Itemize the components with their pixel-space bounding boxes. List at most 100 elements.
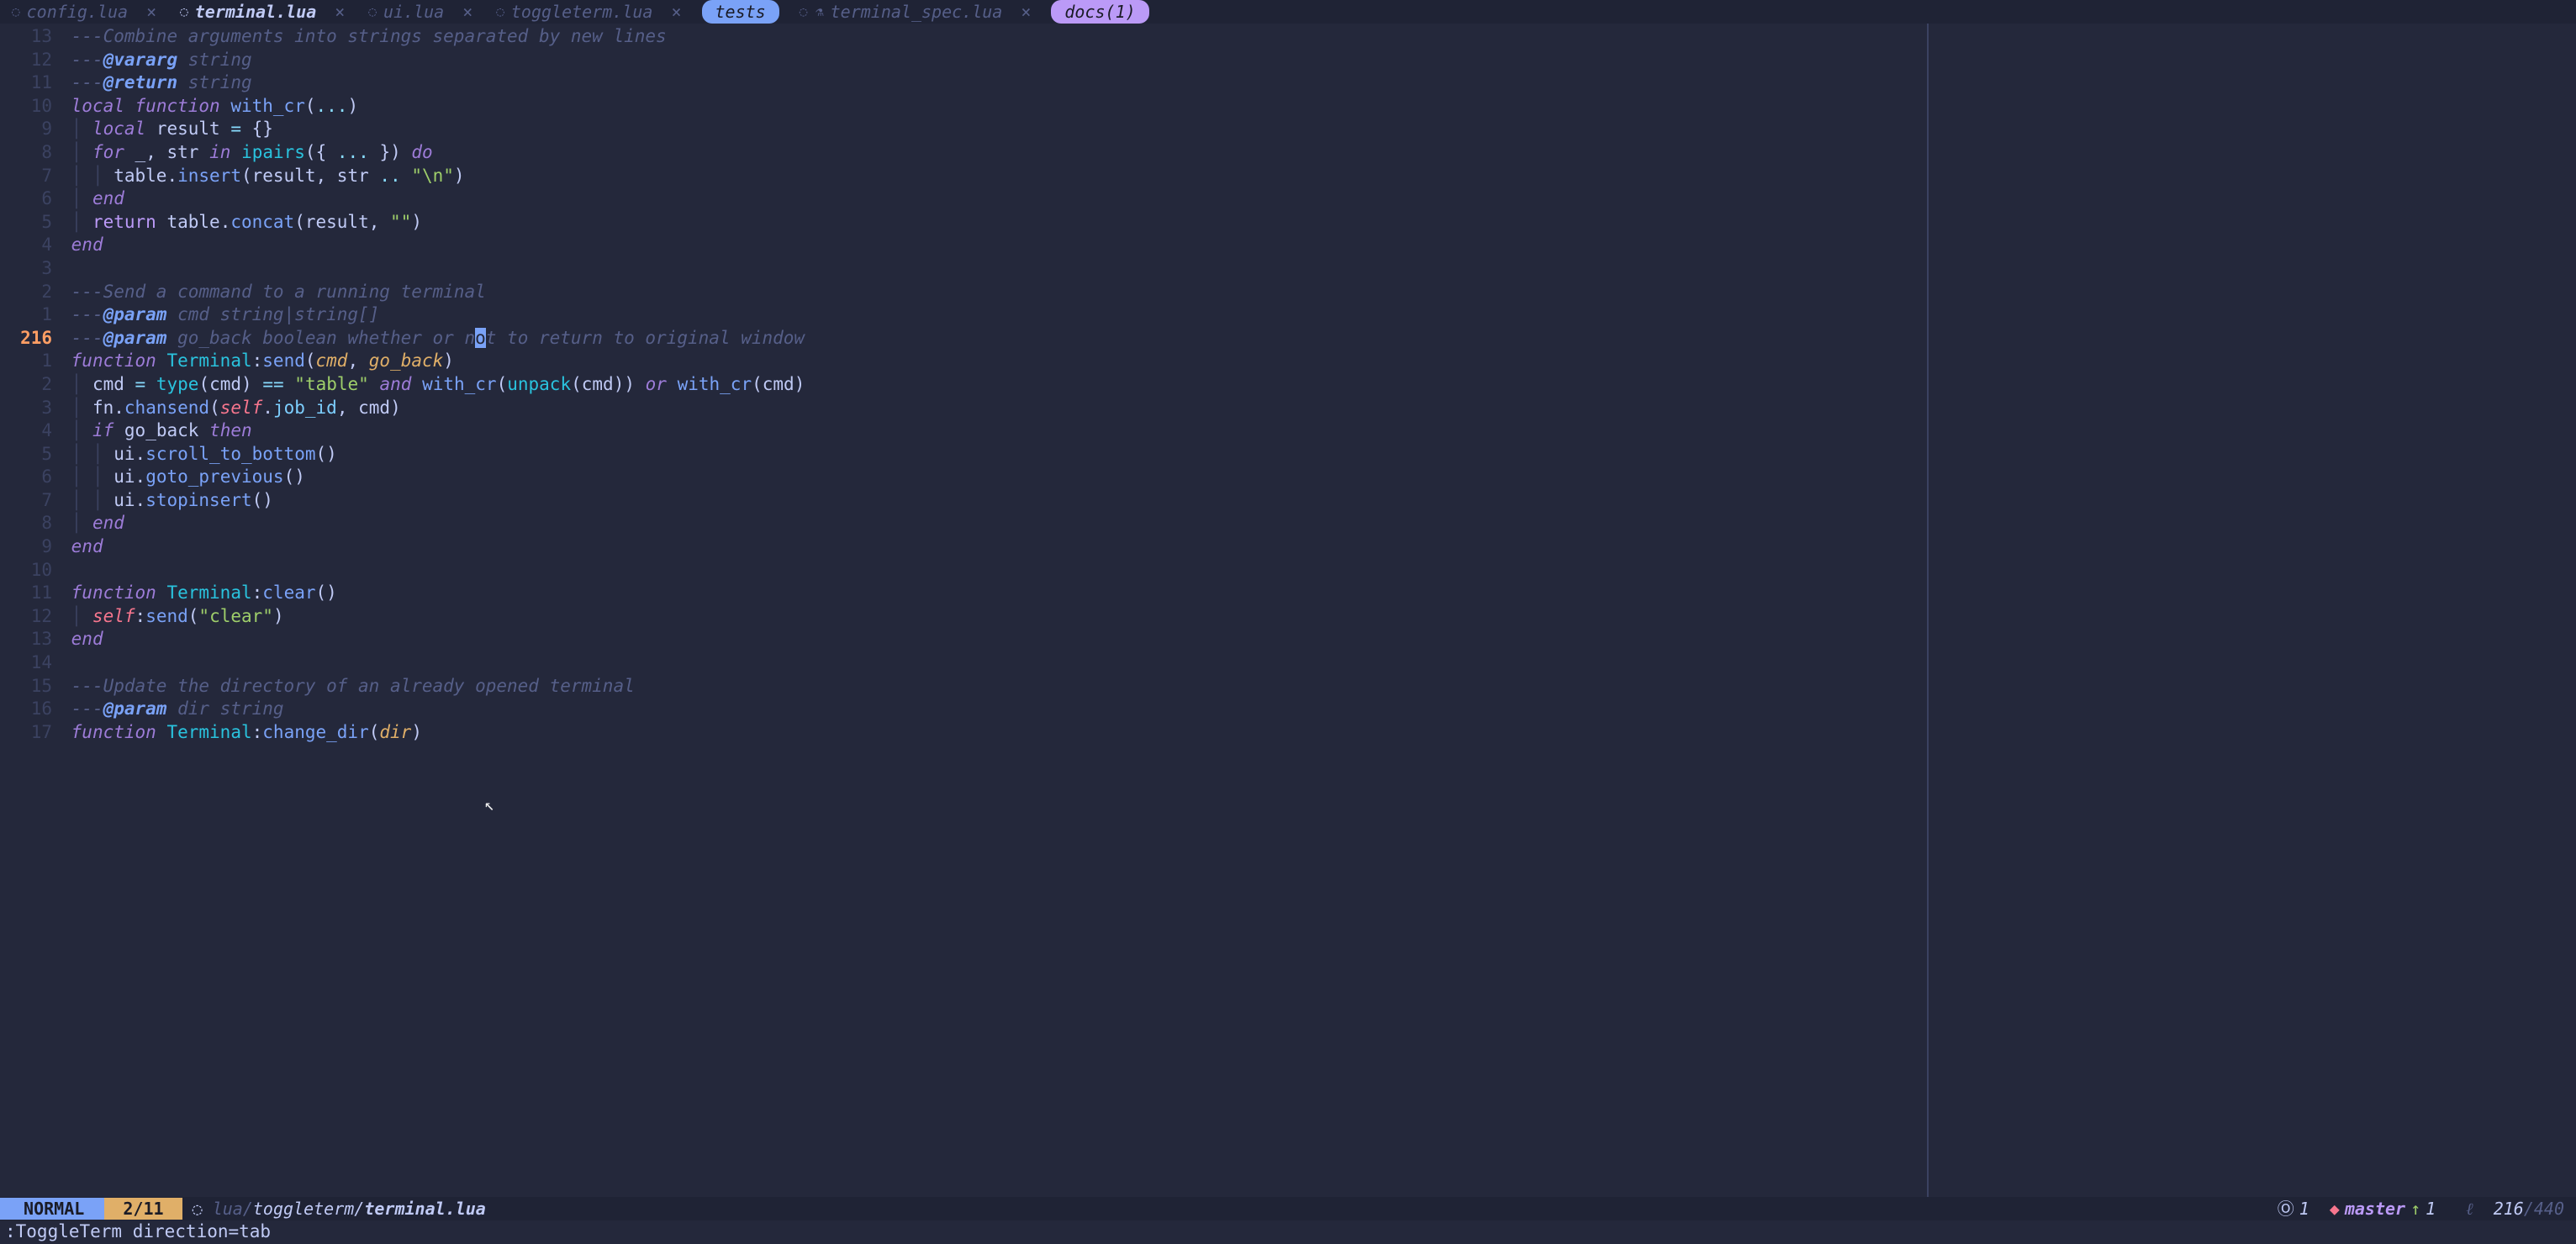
close-icon[interactable]: × — [462, 1, 472, 23]
code-line[interactable]: 3 │ fn.chansend(self.job_id, cmd) — [0, 397, 1927, 420]
code-content — [61, 258, 71, 278]
line-number: 15 — [0, 675, 61, 698]
tabline: ◌ config.lua × ◌ terminal.lua × ◌ ui.lua… — [0, 0, 2576, 24]
code-line[interactable]: 1 function Terminal:send(cmd, go_back) — [0, 350, 1927, 373]
tab-label: terminal.lua — [195, 1, 317, 23]
code-line[interactable]: 17 function Terminal:change_dir(dir) — [0, 721, 1927, 745]
line-number: 216 — [0, 327, 61, 350]
side-panel[interactable] — [1927, 24, 2576, 1197]
line-number: 16 — [0, 698, 61, 720]
tab-label: terminal_spec.lua — [831, 1, 1003, 23]
line-number: 6 — [0, 187, 61, 210]
code-line[interactable]: 4 end — [0, 234, 1927, 257]
code-content: │ cmd = type(cmd) == "table" and with_cr… — [61, 374, 805, 394]
search-count: 2/11 — [104, 1198, 182, 1220]
code-line[interactable]: 1 ---@param cmd string|string[] — [0, 303, 1927, 327]
close-icon[interactable]: × — [335, 1, 345, 23]
code-line[interactable]: 7 │ │ ui.stopinsert() — [0, 489, 1927, 513]
code-line[interactable]: 13 ---Combine arguments into strings sep… — [0, 25, 1927, 49]
line-number: 7 — [0, 165, 61, 187]
tab-label: ui.lua — [383, 1, 444, 23]
code-content: end — [61, 629, 103, 649]
code-line[interactable]: 5 │ return table.concat(result, "") — [0, 211, 1927, 235]
tab-terminal-spec[interactable]: ◌ ⚗ terminal_spec.lua × — [788, 0, 1043, 24]
line-number: 1 — [0, 350, 61, 372]
code-line[interactable]: 11 function Terminal:clear() — [0, 582, 1927, 605]
ahead-icon: ↑ — [2410, 1198, 2420, 1220]
code-content: ---Combine arguments into strings separa… — [61, 26, 667, 46]
code-line[interactable]: 4 │ if go_back then — [0, 419, 1927, 443]
code-line[interactable]: 16 ---@param dir string — [0, 698, 1927, 721]
code-line[interactable]: 10 — [0, 559, 1927, 582]
tab-terminal[interactable]: ◌ terminal.lua × — [168, 0, 356, 24]
line-number: 9 — [0, 118, 61, 140]
code-line[interactable]: 8 │ end — [0, 512, 1927, 535]
line-number: 3 — [0, 397, 61, 419]
git-branch: master — [2345, 1198, 2405, 1220]
code-content: ---Send a command to a running terminal — [61, 282, 486, 302]
code-content: │ if go_back then — [61, 420, 252, 440]
command-line[interactable]: :ToggleTerm direction=tab — [0, 1220, 2576, 1244]
code-line[interactable]: 13 end — [0, 628, 1927, 651]
line-number: 4 — [0, 234, 61, 256]
code-line[interactable]: 14 — [0, 651, 1927, 675]
line-number: 5 — [0, 211, 61, 234]
status-right: Ⓞ 1 ◆ master ↑ 1 ℓ 216/440 — [2278, 1198, 2576, 1220]
code-line[interactable]: 8 │ for _, str in ipairs({ ... }) do — [0, 141, 1927, 165]
line-number: 4 — [0, 419, 61, 442]
lua-icon: ◌ — [368, 3, 377, 21]
code-line[interactable]: 2 ---Send a command to a running termina… — [0, 281, 1927, 304]
code-content — [61, 560, 71, 580]
tab-ui[interactable]: ◌ ui.lua × — [356, 0, 484, 24]
line-number: 11 — [0, 71, 61, 94]
tab-label: config.lua — [27, 1, 128, 23]
code-line[interactable]: 9 │ local result = {} — [0, 118, 1927, 141]
code-line[interactable]: 10 local function with_cr(...) — [0, 95, 1927, 119]
code-content: end — [61, 536, 103, 556]
code-content: ---@vararg string — [61, 50, 252, 70]
code-content: local function with_cr(...) — [61, 96, 358, 116]
line-number: 5 — [0, 443, 61, 466]
code-line[interactable]: 216 ---@param go_back boolean whether or… — [0, 327, 1927, 351]
code-line[interactable]: 6 │ │ ui.goto_previous() — [0, 466, 1927, 489]
code-content: ---@param dir string — [61, 698, 284, 719]
line-number: 1 — [0, 303, 61, 326]
code-line[interactable]: 15 ---Update the directory of an already… — [0, 675, 1927, 698]
code-content: │ end — [61, 513, 124, 533]
ahead-count: 1 — [2426, 1198, 2436, 1220]
code-line[interactable]: 12 │ self:send("clear") — [0, 605, 1927, 629]
line-number: 6 — [0, 466, 61, 488]
close-icon[interactable]: × — [146, 1, 156, 23]
code-line[interactable]: 6 │ end — [0, 187, 1927, 211]
line-number: 10 — [0, 559, 61, 582]
code-content: end — [61, 235, 103, 255]
pill-tests[interactable]: tests — [702, 0, 779, 24]
close-icon[interactable]: × — [1021, 1, 1031, 23]
vim-mode: NORMAL — [0, 1198, 104, 1220]
code-content — [61, 652, 71, 672]
code-content: function Terminal:send(cmd, go_back) — [61, 351, 454, 371]
line-number: 11 — [0, 582, 61, 604]
code-content: │ │ ui.scroll_to_bottom() — [61, 444, 337, 464]
code-content: │ end — [61, 188, 124, 208]
code-line[interactable]: 3 — [0, 257, 1927, 281]
pill-docs[interactable]: docs(1) — [1051, 0, 1148, 24]
code-line[interactable]: 7 │ │ table.insert(result, str .. "\n") — [0, 165, 1927, 188]
code-content: │ │ ui.goto_previous() — [61, 466, 305, 487]
code-line[interactable]: 12 ---@vararg string — [0, 49, 1927, 72]
line-number: 9 — [0, 535, 61, 558]
tab-config[interactable]: ◌ config.lua × — [0, 0, 168, 24]
code-content: │ │ table.insert(result, str .. "\n") — [61, 166, 465, 186]
code-line[interactable]: 9 end — [0, 535, 1927, 559]
code-line[interactable]: 2 │ cmd = type(cmd) == "table" and with_… — [0, 373, 1927, 397]
code-line[interactable]: 5 │ │ ui.scroll_to_bottom() — [0, 443, 1927, 466]
editor-area: 1 3 ---Combine arguments into strings sep… — [0, 24, 2576, 1197]
tab-toggleterm[interactable]: ◌ toggleterm.lua × — [484, 0, 693, 24]
code-editor[interactable]: 1 3 ---Combine arguments into strings sep… — [0, 24, 1927, 1197]
close-icon[interactable]: × — [671, 1, 681, 23]
code-line[interactable]: 11 ---@return string — [0, 71, 1927, 95]
code-content: │ for _, str in ipairs({ ... }) do — [61, 142, 433, 162]
code-content: ---Update the directory of an already op… — [61, 676, 635, 696]
line-number: 2 — [0, 281, 61, 303]
lua-icon: ◌ — [12, 3, 20, 21]
